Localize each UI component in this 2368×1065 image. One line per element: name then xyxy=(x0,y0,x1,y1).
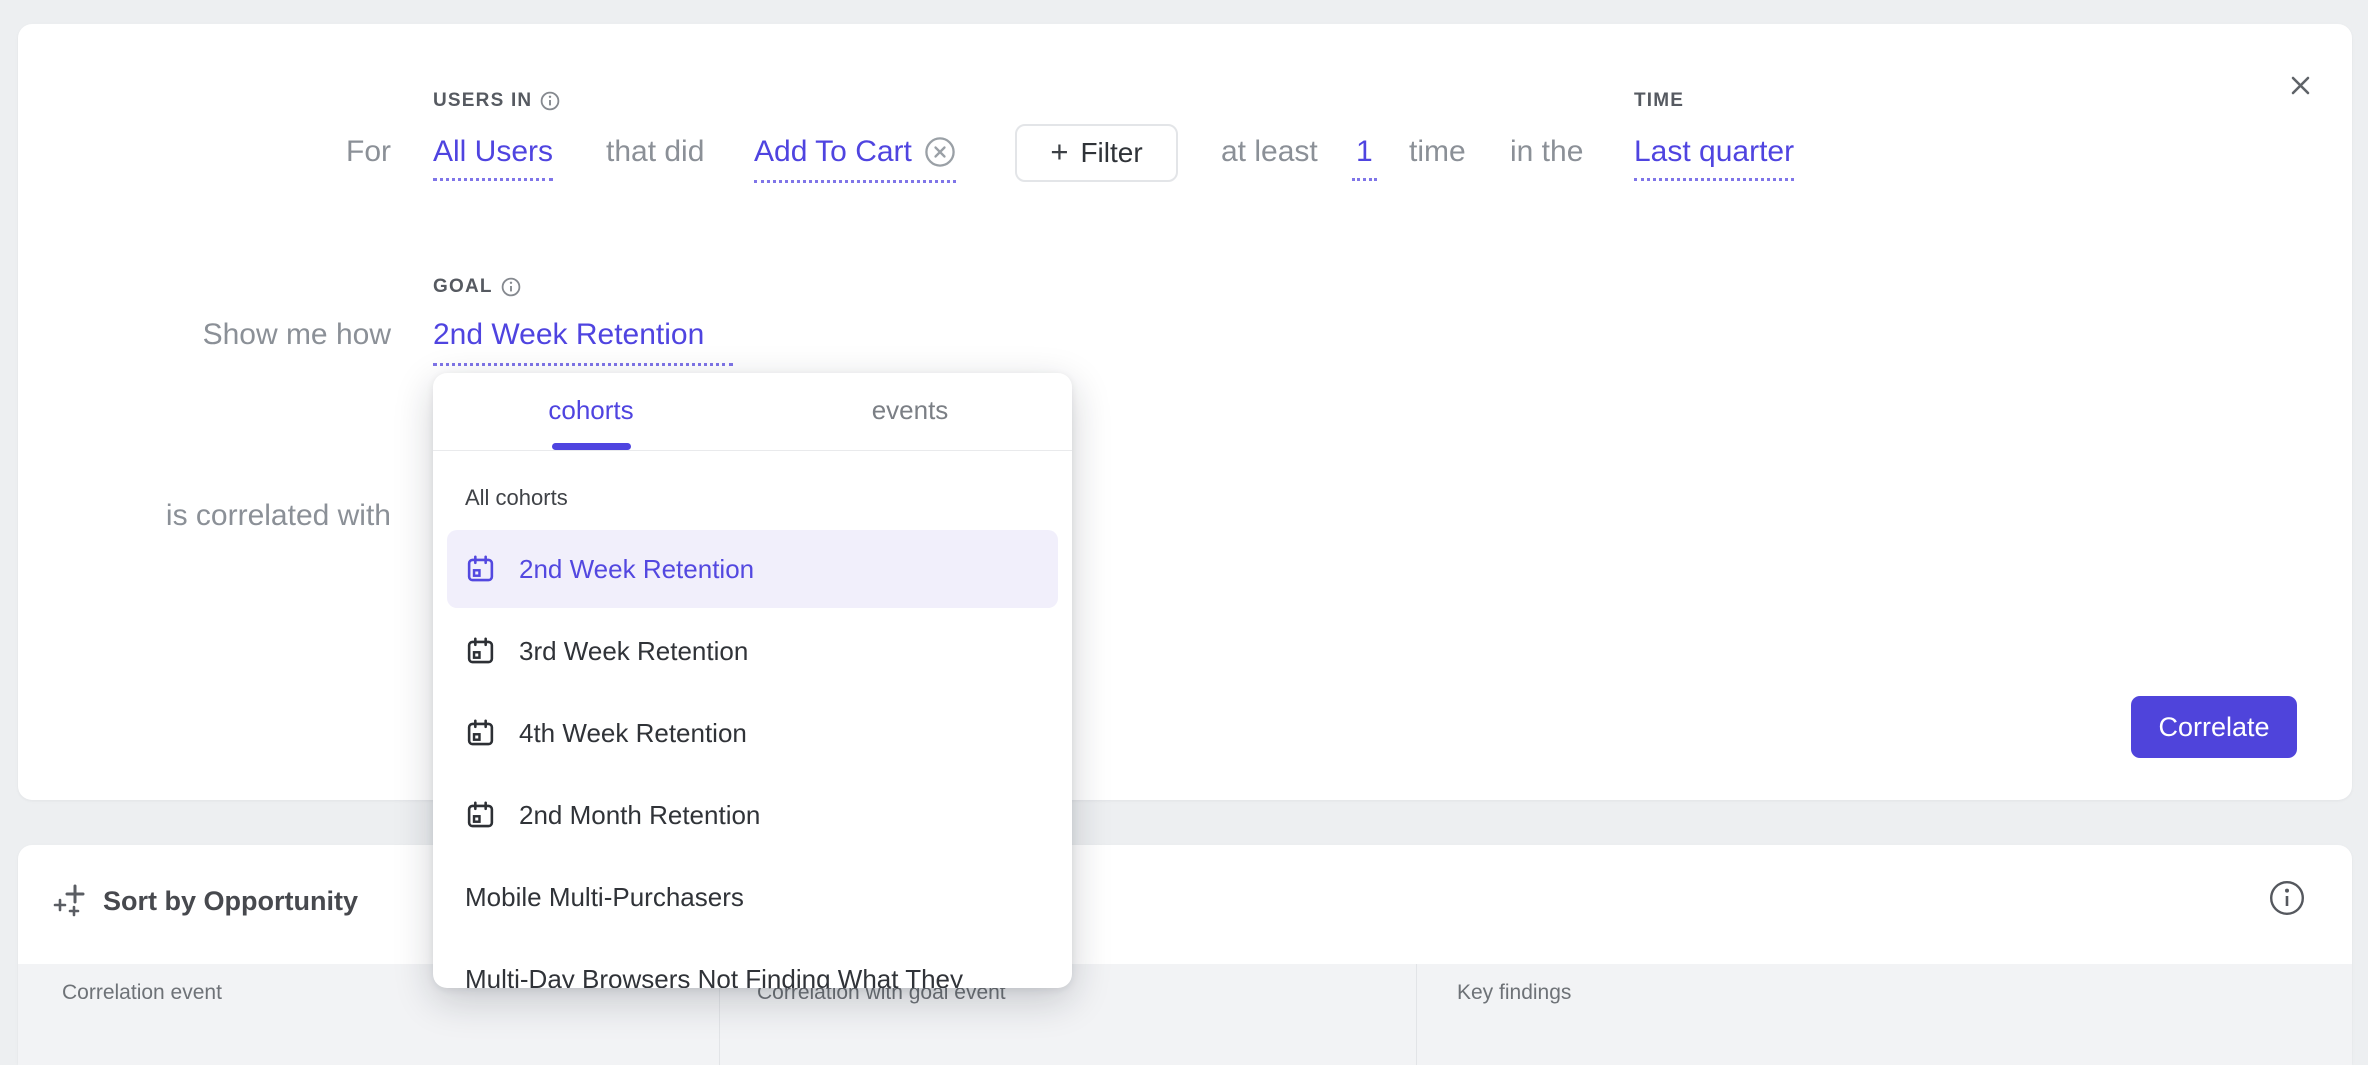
cohort-option-multi-day-browsers[interactable]: Multi-Day Browsers Not Finding What They xyxy=(447,940,1058,988)
tab-events[interactable]: events xyxy=(872,395,949,426)
calendar-icon xyxy=(465,800,496,831)
signal-report-page: { "colors": { "accent": "#4f44e0", "acce… xyxy=(0,0,2368,1008)
sentence-in-the: in the xyxy=(1510,134,1583,170)
goal-selector[interactable]: 2nd Week Retention xyxy=(433,317,733,366)
sentence-at-least: at least xyxy=(1221,134,1318,170)
info-icon[interactable] xyxy=(501,277,521,297)
event-selector[interactable]: Add To Cart xyxy=(754,134,956,183)
users-in-label: USERS IN xyxy=(433,90,560,112)
close-icon xyxy=(2273,60,2329,116)
sentence-time: time xyxy=(1409,134,1466,170)
cohort-option-label: Multi-Day Browsers Not Finding What They xyxy=(465,964,963,989)
event-selector-value[interactable]: Add To Cart xyxy=(754,134,912,170)
cohort-option-label: Mobile Multi-Purchasers xyxy=(465,882,744,913)
remove-event-icon[interactable] xyxy=(924,136,956,168)
timerange-selector[interactable]: Last quarter xyxy=(1634,134,1794,170)
cohort-option-2nd-month-retention[interactable]: 2nd Month Retention xyxy=(447,776,1058,854)
count-selector[interactable]: 1 xyxy=(1352,134,1377,170)
cohort-option-2nd-week-retention[interactable]: 2nd Week Retention xyxy=(447,530,1058,608)
cohort-option-mobile-multi-purchasers[interactable]: Mobile Multi-Purchasers xyxy=(447,858,1058,936)
goal-selector-value[interactable]: 2nd Week Retention xyxy=(433,317,733,366)
sentence-prefix-for: For xyxy=(18,134,391,170)
calendar-icon xyxy=(465,718,496,749)
timerange-selector-value[interactable]: Last quarter xyxy=(1634,135,1794,181)
time-label: TIME xyxy=(1634,90,1684,112)
goal-picker-dropdown: cohorts events All cohorts 2nd Week Rete… xyxy=(433,373,1072,988)
cohort-option-4th-week-retention[interactable]: 4th Week Retention xyxy=(447,694,1058,772)
cohort-selector[interactable]: All Users xyxy=(433,134,553,170)
correlate-button[interactable]: Correlate xyxy=(2131,696,2297,758)
sort-by-opportunity-button[interactable] xyxy=(53,883,87,917)
info-icon[interactable] xyxy=(540,91,560,111)
sentence-that-did: that did xyxy=(606,134,704,170)
sentence-is-correlated-with: is correlated with xyxy=(18,498,391,534)
calendar-icon xyxy=(465,636,496,667)
cohort-option-label: 2nd Week Retention xyxy=(519,554,754,585)
cohorts-section-label: All cohorts xyxy=(465,485,568,511)
plus-icon: + xyxy=(1050,136,1068,167)
cohort-option-label: 2nd Month Retention xyxy=(519,800,760,831)
tab-cohorts[interactable]: cohorts xyxy=(548,395,633,426)
sort-by-opportunity-label[interactable]: Sort by Opportunity xyxy=(103,886,358,917)
sentence-show-me-how: Show me how xyxy=(18,317,391,353)
calendar-icon xyxy=(465,554,496,585)
results-info-button[interactable] xyxy=(2268,879,2306,917)
tabs-divider xyxy=(433,450,1072,451)
cohort-option-label: 3rd Week Retention xyxy=(519,636,748,667)
results-panel: Sort by Opportunity Correlation event Co… xyxy=(18,845,2352,1065)
active-tab-indicator xyxy=(552,443,631,450)
close-button[interactable] xyxy=(2273,60,2329,116)
goal-label: GOAL xyxy=(433,276,521,298)
column-divider xyxy=(1416,964,1417,1065)
sparkle-plus-icon xyxy=(53,883,87,917)
add-filter-button[interactable]: + Filter xyxy=(1015,124,1178,182)
info-icon xyxy=(2268,879,2306,917)
cohort-selector-value[interactable]: All Users xyxy=(433,135,553,181)
column-header-key-findings: Key findings xyxy=(1457,981,1571,1005)
cohort-option-label: 4th Week Retention xyxy=(519,718,747,749)
column-header-correlation-event: Correlation event xyxy=(62,981,222,1005)
count-selector-value[interactable]: 1 xyxy=(1352,135,1377,181)
results-table-header: Correlation event Correlation with goal … xyxy=(18,964,2352,1065)
cohort-option-3rd-week-retention[interactable]: 3rd Week Retention xyxy=(447,612,1058,690)
